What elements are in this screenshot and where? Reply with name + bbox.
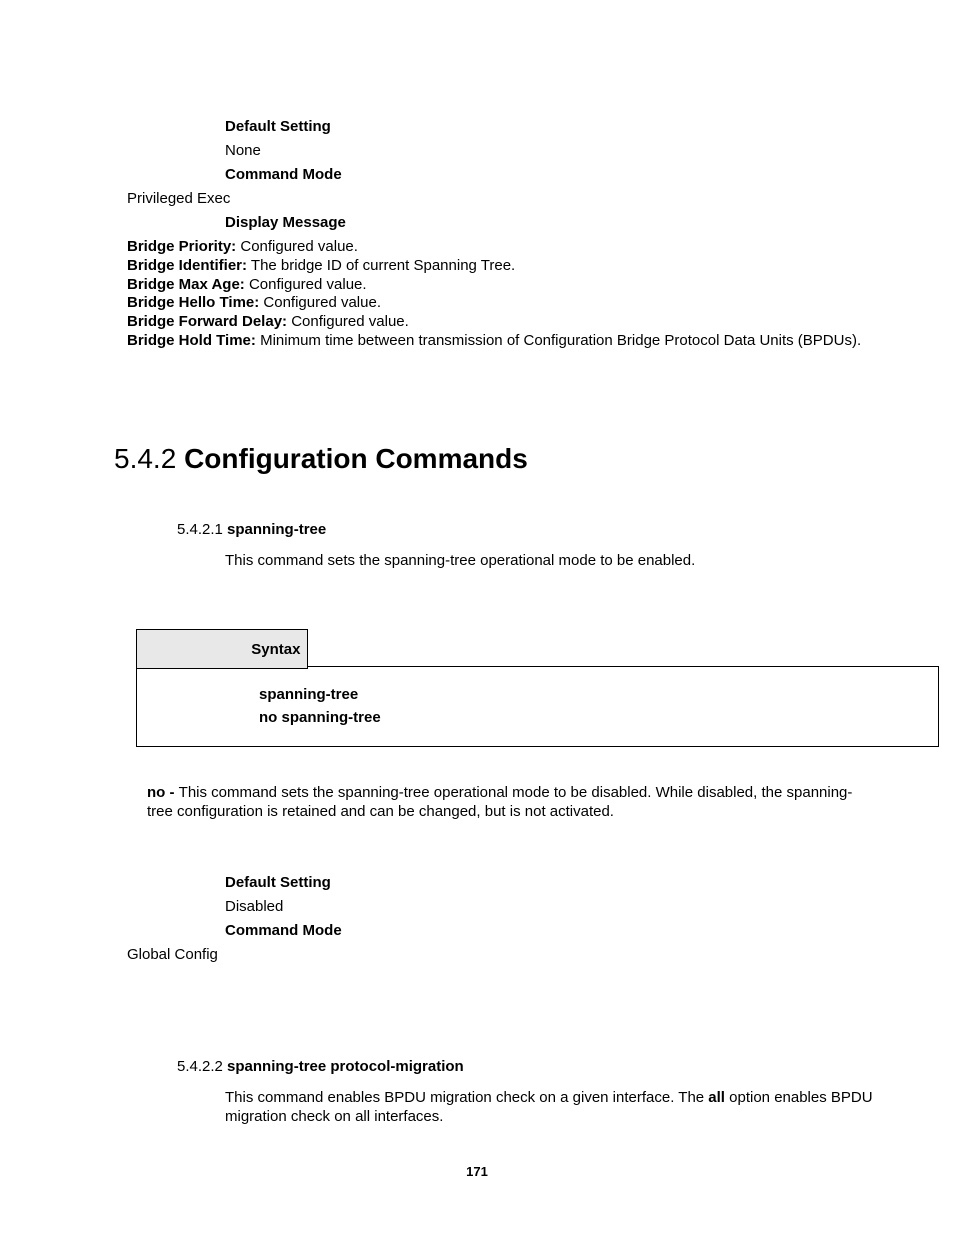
display-message-label: Display Message (225, 214, 874, 231)
definition-term: Bridge Forward Delay: (127, 313, 287, 330)
command-mode-label-2: Command Mode (225, 922, 874, 939)
definition-desc: Configured value. (236, 238, 358, 255)
desc-pre: This command enables BPDU migration chec… (225, 1089, 708, 1106)
note-text: no - This command sets the spanning-tree… (147, 783, 874, 822)
syntax-box: Syntax spanning-tree no spanning-tree (136, 666, 939, 747)
note-bold: no - (147, 784, 179, 801)
syntax-line: no spanning-tree (259, 706, 928, 729)
subsection-heading: 5.4.2.2 spanning-tree protocol-migration (177, 1058, 874, 1075)
definition-row: Bridge Identifier: The bridge ID of curr… (127, 257, 874, 276)
definition-term: Bridge Hold Time: (127, 332, 256, 349)
definition-row: Bridge Hello Time: Configured value. (127, 294, 874, 313)
default-setting-value-1: None (225, 142, 874, 159)
syntax-tab: Syntax (136, 629, 308, 669)
definition-row: Bridge Max Age: Configured value. (127, 276, 874, 295)
section-title: Configuration Commands (184, 443, 528, 474)
section-heading: 5.4.2 Configuration Commands (114, 443, 874, 475)
subsection-desc: This command sets the spanning-tree oper… (225, 551, 874, 571)
syntax-body: spanning-tree no spanning-tree (137, 667, 938, 746)
default-setting-label-1: Default Setting (225, 118, 874, 135)
definition-desc: Configured value. (245, 276, 367, 293)
note-rest: This command sets the spanning-tree oper… (147, 784, 852, 821)
definition-desc: Configured value. (259, 294, 381, 311)
syntax-label: Syntax (251, 641, 300, 658)
definition-term: Bridge Hello Time: (127, 294, 259, 311)
syntax-line: spanning-tree (259, 683, 928, 706)
definition-desc: Minimum time between transmission of Con… (256, 332, 861, 349)
definition-term: Bridge Priority: (127, 238, 236, 255)
section-number: 5.4.2 (114, 443, 184, 474)
subsection-number: 5.4.2.1 (177, 521, 227, 538)
subsection-heading: 5.4.2.1 spanning-tree (177, 521, 874, 538)
page-number: 171 (0, 1164, 954, 1179)
subsection-title: spanning-tree protocol-migration (227, 1058, 464, 1075)
subsection-number: 5.4.2.2 (177, 1058, 227, 1075)
definition-desc: Configured value. (287, 313, 409, 330)
command-mode-label-1: Command Mode (225, 166, 874, 183)
command-mode-value-2: Global Config (127, 946, 874, 963)
definition-row: Bridge Hold Time: Minimum time between t… (127, 332, 874, 351)
command-mode-value-1: Privileged Exec (127, 190, 874, 207)
subsection-desc: This command enables BPDU migration chec… (225, 1088, 874, 1127)
definition-term: Bridge Max Age: (127, 276, 245, 293)
definition-row: Bridge Forward Delay: Configured value. (127, 313, 874, 332)
default-setting-label-2: Default Setting (225, 874, 874, 891)
desc-bold: all (708, 1089, 725, 1106)
definition-row: Bridge Priority: Configured value. (127, 238, 874, 257)
subsection-title: spanning-tree (227, 521, 326, 538)
definition-desc: The bridge ID of current Spanning Tree. (247, 257, 515, 274)
default-setting-value-2: Disabled (225, 898, 874, 915)
definition-term: Bridge Identifier: (127, 257, 247, 274)
